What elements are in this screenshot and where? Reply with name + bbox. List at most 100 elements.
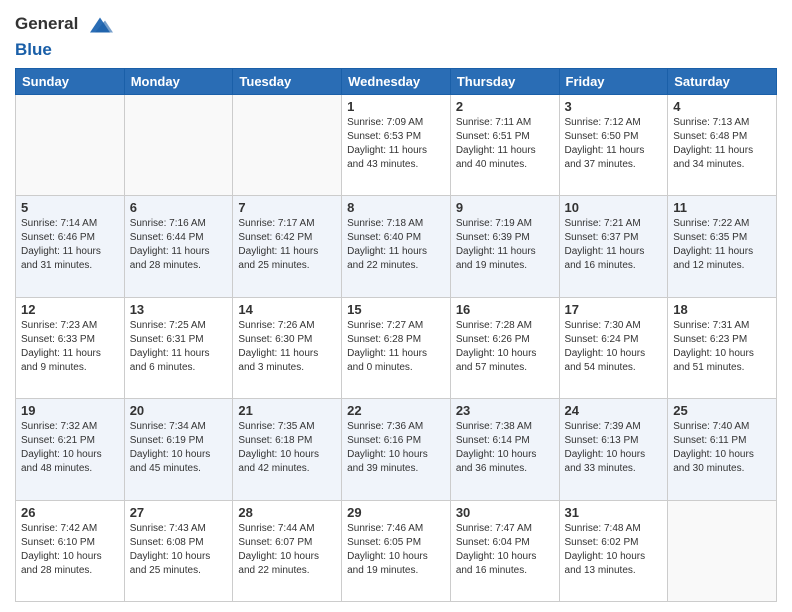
day-info: Sunrise: 7:13 AM Sunset: 6:48 PM Dayligh… <box>673 116 771 172</box>
day-cell: 1 Sunrise: 7:09 AM Sunset: 6:53 PM Daylig… <box>342 95 451 196</box>
day-cell: 24 Sunrise: 7:39 AM Sunset: 6:13 PM Dayli… <box>559 399 668 500</box>
logo-icon <box>85 10 115 40</box>
day-cell: 31 Sunrise: 7:48 AM Sunset: 6:02 PM Dayli… <box>559 500 668 601</box>
day-info: Sunrise: 7:48 AM Sunset: 6:02 PM Dayligh… <box>565 522 663 578</box>
day-info: Sunrise: 7:25 AM Sunset: 6:31 PM Dayligh… <box>130 319 228 375</box>
day-number: 20 <box>130 403 228 418</box>
day-cell: 25 Sunrise: 7:40 AM Sunset: 6:11 PM Dayli… <box>668 399 777 500</box>
day-number: 14 <box>238 302 336 317</box>
week-row-1: 5Sunrise: 7:14 AM Sunset: 6:46 PM Daylig… <box>16 196 777 297</box>
day-number: 18 <box>673 302 771 317</box>
day-number: 15 <box>347 302 445 317</box>
day-cell: 13 Sunrise: 7:25 AM Sunset: 6:31 PM Dayli… <box>124 297 233 398</box>
day-number: 9 <box>456 200 554 215</box>
day-info: Sunrise: 7:44 AM Sunset: 6:07 PM Dayligh… <box>238 522 336 578</box>
day-number: 10 <box>565 200 663 215</box>
day-info: Sunrise: 7:46 AM Sunset: 6:05 PM Dayligh… <box>347 522 445 578</box>
weekday-wednesday: Wednesday <box>342 69 451 95</box>
day-number: 22 <box>347 403 445 418</box>
day-cell: 20 Sunrise: 7:34 AM Sunset: 6:19 PM Dayli… <box>124 399 233 500</box>
header: General Blue <box>15 10 777 60</box>
day-number: 31 <box>565 505 663 520</box>
day-cell: 29 Sunrise: 7:46 AM Sunset: 6:05 PM Dayli… <box>342 500 451 601</box>
day-cell: 3Sunrise: 7:12 AM Sunset: 6:50 PM Daylig… <box>559 95 668 196</box>
day-number: 28 <box>238 505 336 520</box>
day-cell: 26Sunrise: 7:42 AM Sunset: 6:10 PM Dayli… <box>16 500 125 601</box>
day-number: 4 <box>673 99 771 114</box>
weekday-monday: Monday <box>124 69 233 95</box>
week-row-2: 12Sunrise: 7:23 AM Sunset: 6:33 PM Dayli… <box>16 297 777 398</box>
day-cell: 23 Sunrise: 7:38 AM Sunset: 6:14 PM Dayli… <box>450 399 559 500</box>
day-info: Sunrise: 7:47 AM Sunset: 6:04 PM Dayligh… <box>456 522 554 578</box>
day-number: 1 <box>347 99 445 114</box>
day-cell: 9 Sunrise: 7:19 AM Sunset: 6:39 PM Daylig… <box>450 196 559 297</box>
day-info: Sunrise: 7:11 AM Sunset: 6:51 PM Dayligh… <box>456 116 554 172</box>
day-number: 7 <box>238 200 336 215</box>
weekday-sunday: Sunday <box>16 69 125 95</box>
weekday-tuesday: Tuesday <box>233 69 342 95</box>
day-info: Sunrise: 7:30 AM Sunset: 6:24 PM Dayligh… <box>565 319 663 375</box>
weekday-saturday: Saturday <box>668 69 777 95</box>
day-number: 24 <box>565 403 663 418</box>
day-cell: 11 Sunrise: 7:22 AM Sunset: 6:35 PM Dayli… <box>668 196 777 297</box>
day-info: Sunrise: 7:42 AM Sunset: 6:10 PM Dayligh… <box>21 522 119 578</box>
day-cell: 17 Sunrise: 7:30 AM Sunset: 6:24 PM Dayli… <box>559 297 668 398</box>
day-number: 12 <box>21 302 119 317</box>
day-cell: 14Sunrise: 7:26 AM Sunset: 6:30 PM Dayli… <box>233 297 342 398</box>
day-number: 17 <box>565 302 663 317</box>
day-number: 16 <box>456 302 554 317</box>
day-info: Sunrise: 7:38 AM Sunset: 6:14 PM Dayligh… <box>456 420 554 476</box>
day-cell: 2 Sunrise: 7:11 AM Sunset: 6:51 PM Daylig… <box>450 95 559 196</box>
day-number: 25 <box>673 403 771 418</box>
day-info: Sunrise: 7:31 AM Sunset: 6:23 PM Dayligh… <box>673 319 771 375</box>
weekday-header-row: SundayMondayTuesdayWednesdayThursdayFrid… <box>16 69 777 95</box>
day-info: Sunrise: 7:18 AM Sunset: 6:40 PM Dayligh… <box>347 217 445 273</box>
day-cell: 7Sunrise: 7:17 AM Sunset: 6:42 PM Daylig… <box>233 196 342 297</box>
day-cell: 10 Sunrise: 7:21 AM Sunset: 6:37 PM Dayli… <box>559 196 668 297</box>
day-cell: 8 Sunrise: 7:18 AM Sunset: 6:40 PM Daylig… <box>342 196 451 297</box>
day-info: Sunrise: 7:12 AM Sunset: 6:50 PM Dayligh… <box>565 116 663 172</box>
day-info: Sunrise: 7:22 AM Sunset: 6:35 PM Dayligh… <box>673 217 771 273</box>
day-number: 11 <box>673 200 771 215</box>
logo-general: General <box>15 14 78 33</box>
day-info: Sunrise: 7:16 AM Sunset: 6:44 PM Dayligh… <box>130 217 228 273</box>
day-cell: 12Sunrise: 7:23 AM Sunset: 6:33 PM Dayli… <box>16 297 125 398</box>
day-info: Sunrise: 7:09 AM Sunset: 6:53 PM Dayligh… <box>347 116 445 172</box>
day-cell: 6 Sunrise: 7:16 AM Sunset: 6:44 PM Daylig… <box>124 196 233 297</box>
week-row-3: 19 Sunrise: 7:32 AM Sunset: 6:21 PM Dayli… <box>16 399 777 500</box>
day-number: 6 <box>130 200 228 215</box>
day-cell: 4 Sunrise: 7:13 AM Sunset: 6:48 PM Daylig… <box>668 95 777 196</box>
day-number: 21 <box>238 403 336 418</box>
day-info: Sunrise: 7:36 AM Sunset: 6:16 PM Dayligh… <box>347 420 445 476</box>
day-cell: 15Sunrise: 7:27 AM Sunset: 6:28 PM Dayli… <box>342 297 451 398</box>
day-number: 5 <box>21 200 119 215</box>
day-info: Sunrise: 7:43 AM Sunset: 6:08 PM Dayligh… <box>130 522 228 578</box>
day-info: Sunrise: 7:35 AM Sunset: 6:18 PM Dayligh… <box>238 420 336 476</box>
day-number: 19 <box>21 403 119 418</box>
day-cell <box>233 95 342 196</box>
day-cell: 27Sunrise: 7:43 AM Sunset: 6:08 PM Dayli… <box>124 500 233 601</box>
page: General Blue SundayMondayTuesdayWednesda… <box>0 0 792 612</box>
week-row-0: 1 Sunrise: 7:09 AM Sunset: 6:53 PM Daylig… <box>16 95 777 196</box>
day-info: Sunrise: 7:32 AM Sunset: 6:21 PM Dayligh… <box>21 420 119 476</box>
day-number: 23 <box>456 403 554 418</box>
day-cell <box>668 500 777 601</box>
day-info: Sunrise: 7:19 AM Sunset: 6:39 PM Dayligh… <box>456 217 554 273</box>
day-number: 13 <box>130 302 228 317</box>
day-info: Sunrise: 7:34 AM Sunset: 6:19 PM Dayligh… <box>130 420 228 476</box>
day-info: Sunrise: 7:39 AM Sunset: 6:13 PM Dayligh… <box>565 420 663 476</box>
day-cell: 30 Sunrise: 7:47 AM Sunset: 6:04 PM Dayli… <box>450 500 559 601</box>
day-info: Sunrise: 7:40 AM Sunset: 6:11 PM Dayligh… <box>673 420 771 476</box>
day-number: 8 <box>347 200 445 215</box>
week-row-4: 26Sunrise: 7:42 AM Sunset: 6:10 PM Dayli… <box>16 500 777 601</box>
day-cell: 19 Sunrise: 7:32 AM Sunset: 6:21 PM Dayli… <box>16 399 125 500</box>
day-cell <box>16 95 125 196</box>
day-cell: 22 Sunrise: 7:36 AM Sunset: 6:16 PM Dayli… <box>342 399 451 500</box>
day-number: 30 <box>456 505 554 520</box>
day-number: 29 <box>347 505 445 520</box>
day-cell <box>124 95 233 196</box>
day-info: Sunrise: 7:21 AM Sunset: 6:37 PM Dayligh… <box>565 217 663 273</box>
logo: General Blue <box>15 10 115 60</box>
day-cell: 5Sunrise: 7:14 AM Sunset: 6:46 PM Daylig… <box>16 196 125 297</box>
day-number: 2 <box>456 99 554 114</box>
